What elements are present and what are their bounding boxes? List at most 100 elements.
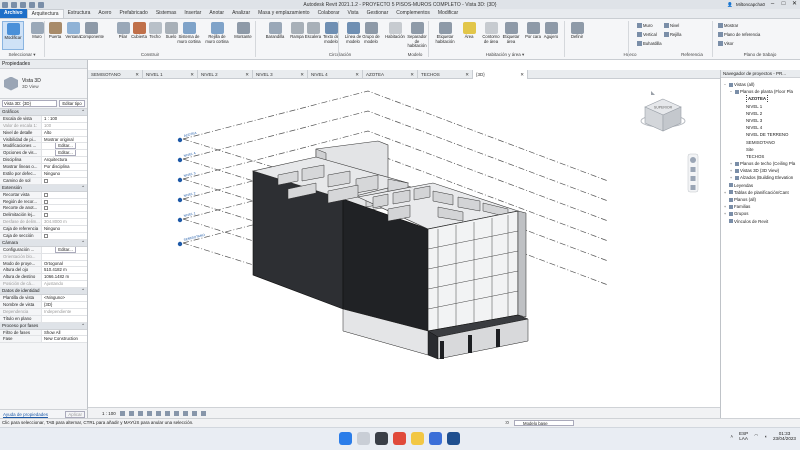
lock-3d-icon[interactable]	[182, 410, 188, 416]
level-tag[interactable]: NIVEL 4	[183, 151, 196, 158]
close-icon[interactable]: ✕	[465, 70, 469, 79]
sun-path-icon[interactable]	[137, 410, 143, 416]
ribbon-group-2[interactable]: Circulación	[300, 52, 380, 57]
prop-value[interactable]: Ortogonal	[42, 260, 87, 267]
ribbon-button-9[interactable]: Sistema de muro cortina	[176, 21, 202, 50]
view-tab-2[interactable]: NIVEL 2 ✕	[198, 70, 253, 79]
chrome-icon[interactable]	[393, 432, 406, 445]
level-tag[interactable]: NIVEL 3	[183, 171, 196, 178]
shadows-icon[interactable]	[146, 410, 152, 416]
prop-value[interactable]: <Ninguno>	[42, 295, 87, 301]
ribbon-group-7[interactable]: Plano de trabajo	[730, 52, 790, 57]
browser-node[interactable]: TECHOS	[721, 153, 800, 160]
windows-icon[interactable]	[339, 432, 352, 445]
prop-value[interactable]	[42, 233, 87, 239]
prop-value[interactable]: 1066.1482 m	[42, 274, 87, 281]
browser-node[interactable]: + Familias	[721, 203, 800, 210]
level-head-icon[interactable]	[177, 137, 183, 143]
ribbon-group-0[interactable]: Seleccionar ▾	[2, 52, 42, 58]
prop-value[interactable]: Ninguno	[42, 171, 87, 177]
prop-value[interactable]	[42, 177, 87, 184]
view-tab-1[interactable]: NIVEL 1 ✕	[143, 70, 198, 79]
ribbon-button-0[interactable]: Modificar	[2, 21, 24, 50]
prop-value[interactable]: Por disciplina	[42, 164, 87, 171]
task-view-icon[interactable]	[375, 432, 388, 445]
ribbon-button-11[interactable]: Montante	[232, 21, 254, 50]
prop-section-3[interactable]: Datos de identidad ⌃	[0, 288, 87, 296]
ribbon-button-26[interactable]: Definir	[566, 21, 588, 50]
ribbon-group-3[interactable]: Modelo	[385, 52, 445, 57]
prop-value[interactable]	[42, 198, 87, 205]
prop-value[interactable]: Editar...	[42, 246, 87, 253]
ribbon-group-6[interactable]: Referencia	[672, 52, 712, 57]
view-tab-5[interactable]: AZOTEA ✕	[363, 70, 418, 79]
browser-node[interactable]: + Planos de techo (Ceiling Pla	[721, 160, 800, 167]
ribbon-small-item-4[interactable]: Rejilla	[664, 32, 681, 37]
prop-value[interactable]	[42, 191, 87, 198]
search-icon[interactable]	[357, 432, 370, 445]
level-tag[interactable]: NIVEL 1	[183, 211, 196, 218]
ribbon-button-18[interactable]: Habitación	[384, 21, 406, 50]
tray-chevron-icon[interactable]: ˄	[730, 434, 733, 439]
ribbon-button-17[interactable]: Grupo de modelo	[360, 21, 382, 50]
render-icon[interactable]	[155, 410, 161, 416]
close-icon[interactable]: ✕	[520, 70, 524, 79]
ribbon-small-item-2[interactable]: Buhardilla	[637, 41, 662, 46]
crop-view-icon[interactable]	[164, 410, 170, 416]
level-tag[interactable]: NIVEL 2	[183, 191, 196, 198]
collapse-icon[interactable]: ⌃	[81, 323, 85, 329]
type-selector[interactable]: Vista 3D 3D View	[0, 69, 87, 99]
prop-value[interactable]	[42, 212, 87, 219]
ribbon-tab-14[interactable]: Modificar	[434, 9, 462, 18]
collapse-icon[interactable]: ⌃	[81, 185, 85, 191]
drawing-canvas[interactable]: SUPERIOR AZOTEA NIVEL 4 NIVEL 3 NIVEL 2 NIVE…	[88, 79, 720, 407]
wifi-icon[interactable]: ◠	[754, 433, 758, 439]
prop-checkbox[interactable]	[44, 234, 48, 239]
language-indicator[interactable]: ESP LAA	[739, 431, 748, 441]
expand-toggle-icon[interactable]: −	[729, 88, 733, 95]
browser-node[interactable]: NIVEL 3	[721, 117, 800, 124]
ribbon-button-22[interactable]: Contorno de área	[480, 21, 502, 50]
browser-node[interactable]: SEMISOTANO	[721, 139, 800, 146]
collapse-icon[interactable]: ⌃	[81, 240, 85, 246]
view-tab-7[interactable]: {3D} ✕	[473, 70, 528, 79]
expand-toggle-icon[interactable]: −	[723, 81, 727, 88]
prop-section-1[interactable]: Extensión ⌃	[0, 184, 87, 192]
close-icon[interactable]: ✕	[245, 70, 249, 79]
ribbon-small-item-1[interactable]: Vertical	[637, 32, 657, 37]
browser-node[interactable]: Planos (all)	[721, 196, 800, 203]
minimize-button[interactable]: –	[767, 0, 778, 9]
ribbon-tab-13[interactable]: Complementos	[392, 9, 434, 18]
building-model[interactable]	[251, 140, 529, 360]
close-icon[interactable]: ✕	[300, 70, 304, 79]
ribbon-small-item-0[interactable]: Muro	[637, 23, 653, 28]
prop-value[interactable]: 510.4182 m	[42, 267, 87, 274]
apply-button[interactable]: Aplicar	[65, 410, 85, 418]
ribbon-tab-3[interactable]: Acero	[94, 9, 115, 18]
browser-node[interactable]: NIVEL 4	[721, 124, 800, 131]
ribbon-tab-10[interactable]: Colaborar	[314, 9, 344, 18]
prop-value[interactable]: Mostrar original	[42, 136, 87, 143]
expand-toggle-icon[interactable]: +	[729, 174, 733, 181]
browser-node[interactable]: Site	[721, 146, 800, 153]
clock[interactable]: 01:33 23/04/2023	[773, 431, 796, 441]
close-icon[interactable]: ✕	[190, 70, 194, 79]
prop-value[interactable]: 1 : 100	[42, 115, 87, 122]
level-head-icon[interactable]	[177, 217, 183, 223]
level-head-icon[interactable]	[177, 197, 183, 203]
prop-edit-button[interactable]: Editar...	[55, 150, 76, 157]
prop-section-0[interactable]: Gráficos ⌃	[0, 109, 87, 116]
ribbon-small-item-7[interactable]: Visor	[718, 41, 733, 46]
browser-node[interactable]: NIVEL 2	[721, 110, 800, 117]
expand-toggle-icon[interactable]: +	[723, 210, 727, 217]
close-icon[interactable]: ✕	[355, 70, 359, 79]
ribbon-button-12[interactable]: Barandilla	[264, 21, 286, 50]
store-icon[interactable]	[429, 432, 442, 445]
ribbon-button-10[interactable]: Rejilla de muro cortina	[204, 21, 230, 50]
prop-value[interactable]	[42, 315, 87, 322]
browser-node[interactable]: NIVEL 1	[721, 103, 800, 110]
visual-style-icon[interactable]	[128, 410, 134, 416]
browser-node[interactable]: + Alzados (Building Elevation	[721, 174, 800, 181]
ribbon-group-4[interactable]: Habitación y área ▾	[440, 52, 570, 58]
user-icon[interactable]: 👤	[727, 2, 733, 8]
